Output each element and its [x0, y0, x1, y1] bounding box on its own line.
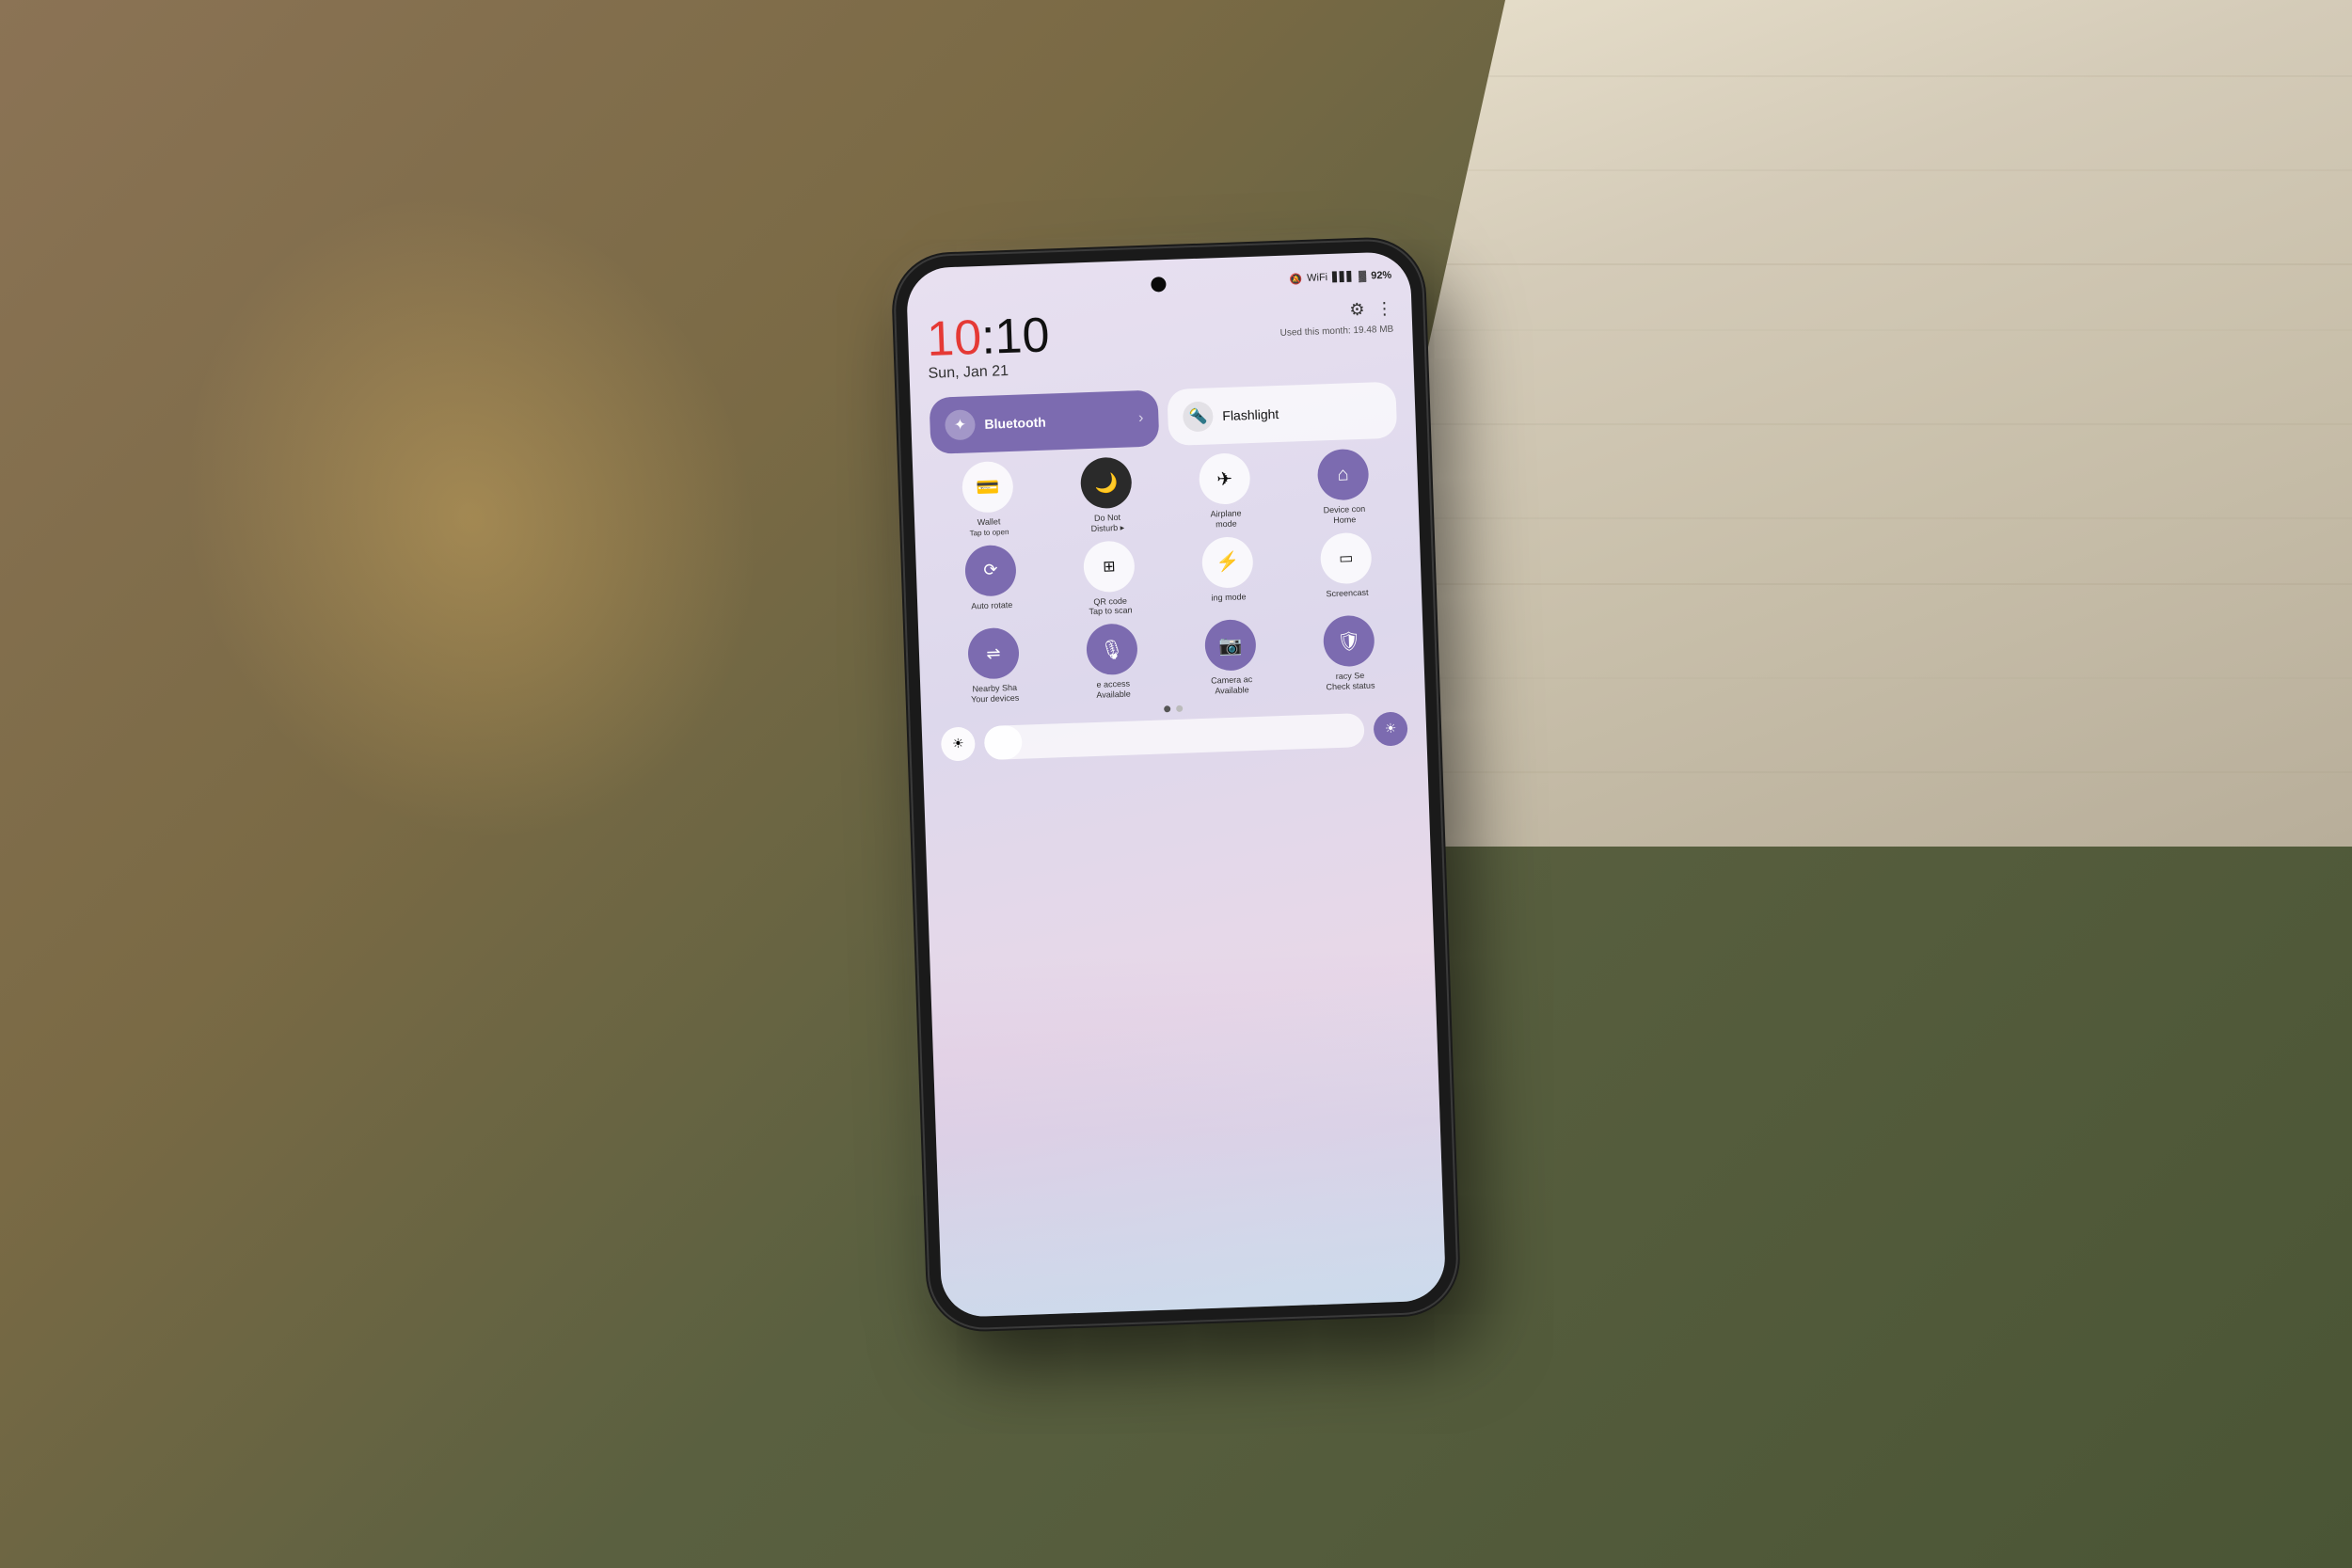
page-dot-1	[1164, 705, 1170, 711]
time-colon: :10	[980, 308, 1050, 364]
bluetooth-icon: ✦	[945, 409, 976, 440]
do-not-disturb-tile[interactable]: 🌙 Do NotDisturb ▸	[1050, 455, 1164, 535]
do-not-disturb-label: Do NotDisturb ▸	[1090, 512, 1124, 533]
page-dot-2	[1176, 705, 1183, 711]
top-tiles-row: ✦ Bluetooth › 🔦 Flashlight	[929, 381, 1397, 453]
charging-mode-icon: ⚡	[1201, 535, 1254, 588]
status-icons: 🔕 WiFi ▋▋▋ ▓ 92%	[1289, 269, 1391, 285]
bluetooth-label: Bluetooth	[984, 414, 1046, 431]
camera-access-label: Camera acAvailable	[1211, 674, 1253, 696]
camera-access-tile[interactable]: 📷 Camera acAvailable	[1174, 618, 1288, 698]
qs-header-icons: ⚙ ⋮	[1349, 298, 1393, 320]
nearby-share-label: Nearby ShaYour devices	[971, 682, 1020, 704]
brightness-row: ☀ ☀	[941, 711, 1408, 761]
auto-brightness-icon: ☀	[1384, 721, 1396, 736]
front-camera	[1151, 277, 1167, 293]
screencast-icon: ▭	[1320, 531, 1373, 584]
wallet-label: WalletTap to open	[969, 516, 1009, 538]
signal-bars-icon: ▋▋▋	[1332, 271, 1354, 282]
auto-rotate-icon: ⟳	[964, 544, 1017, 596]
bluetooth-arrow-icon[interactable]: ›	[1138, 409, 1144, 426]
airplane-label: Airplanemode	[1210, 508, 1242, 530]
flashlight-icon: 🔦	[1183, 401, 1214, 432]
mic-access-label: e accessAvailable	[1096, 678, 1131, 700]
phone-screen: 🔕 WiFi ▋▋▋ ▓ 92% 10:10 Sun, Jan 21	[906, 250, 1447, 1317]
nearby-share-icon: ⇌	[967, 626, 1020, 679]
mic-access-icon: 🎙	[1086, 623, 1138, 675]
time-hour: 10	[926, 309, 982, 366]
bluetooth-tile[interactable]: ✦ Bluetooth ›	[929, 389, 1159, 453]
settings-icon[interactable]: ⚙	[1349, 299, 1365, 320]
time-header-row: 10:10 Sun, Jan 21 ⚙ ⋮ Used this month: 1…	[926, 298, 1394, 382]
privacy-security-label: racy SeCheck status	[1326, 670, 1375, 691]
wallpaper	[930, 942, 1446, 1317]
brightness-low-icon: ☀	[941, 726, 976, 761]
flashlight-label: Flashlight	[1222, 405, 1279, 422]
auto-rotate-label: Auto rotate	[971, 599, 1012, 610]
phone-device: 🔕 WiFi ▋▋▋ ▓ 92% 10:10 Sun, Jan 21	[894, 239, 1457, 1329]
phone-body: 🔕 WiFi ▋▋▋ ▓ 92% 10:10 Sun, Jan 21	[894, 239, 1457, 1329]
qs-header-right: ⚙ ⋮ Used this month: 19.48 MB	[1279, 298, 1394, 338]
wallet-icon: 💳	[961, 460, 1014, 513]
mute-icon: 🔕	[1289, 272, 1302, 284]
wallet-tile[interactable]: 💳 WalletTap to open	[931, 459, 1045, 539]
clock-time: 10:10	[926, 310, 1050, 364]
auto-rotate-tile[interactable]: ⟳ Auto rotate	[934, 543, 1048, 623]
more-options-icon[interactable]: ⋮	[1375, 298, 1393, 319]
do-not-disturb-icon: 🌙	[1080, 456, 1133, 509]
time-display: 10:10 Sun, Jan 21	[926, 310, 1051, 382]
device-control-tile[interactable]: ⌂ Device conHome	[1287, 447, 1401, 527]
qr-code-label: QR codeTap to scan	[1089, 595, 1133, 617]
brightness-fill	[984, 724, 1023, 759]
brightness-slider[interactable]	[984, 712, 1365, 759]
brightness-auto-icon[interactable]: ☀	[1373, 711, 1407, 746]
nearby-share-tile[interactable]: ⇌ Nearby ShaYour devices	[937, 626, 1051, 705]
camera-access-icon: 📷	[1204, 619, 1257, 672]
privacy-security-tile[interactable]: 🛡 racy SeCheck status	[1293, 613, 1406, 693]
privacy-security-icon: 🛡	[1323, 614, 1375, 667]
mic-access-tile[interactable]: 🎙 e accessAvailable	[1056, 622, 1169, 702]
data-usage-text: Used this month: 19.48 MB	[1280, 324, 1394, 338]
date-display: Sun, Jan 21	[928, 361, 1051, 383]
screencast-label: Screencast	[1326, 587, 1368, 598]
qr-code-icon: ⊞	[1083, 540, 1136, 593]
airplane-mode-tile[interactable]: ✈ Airplanemode	[1168, 451, 1282, 531]
battery-percent: 92%	[1371, 269, 1391, 281]
sun-small-icon: ☀	[952, 736, 964, 752]
wifi-icon: WiFi	[1307, 272, 1327, 284]
device-control-label: Device conHome	[1323, 503, 1365, 525]
quick-settings-panel: 10:10 Sun, Jan 21 ⚙ ⋮ Used this month: 1…	[906, 250, 1428, 780]
airplane-icon: ✈	[1199, 452, 1251, 505]
charging-mode-tile[interactable]: ⚡ ing mode	[1171, 534, 1285, 614]
qr-code-tile[interactable]: ⊞ QR codeTap to scan	[1053, 538, 1167, 618]
charging-mode-label: ing mode	[1211, 591, 1246, 602]
flashlight-tile[interactable]: 🔦 Flashlight	[1167, 381, 1397, 445]
device-control-icon: ⌂	[1317, 448, 1370, 500]
screencast-tile[interactable]: ▭ Screencast	[1290, 531, 1404, 610]
battery-icon: ▓	[1359, 270, 1366, 281]
quick-tiles-grid: 💳 WalletTap to open 🌙 Do NotDisturb ▸ ✈ …	[931, 447, 1406, 705]
